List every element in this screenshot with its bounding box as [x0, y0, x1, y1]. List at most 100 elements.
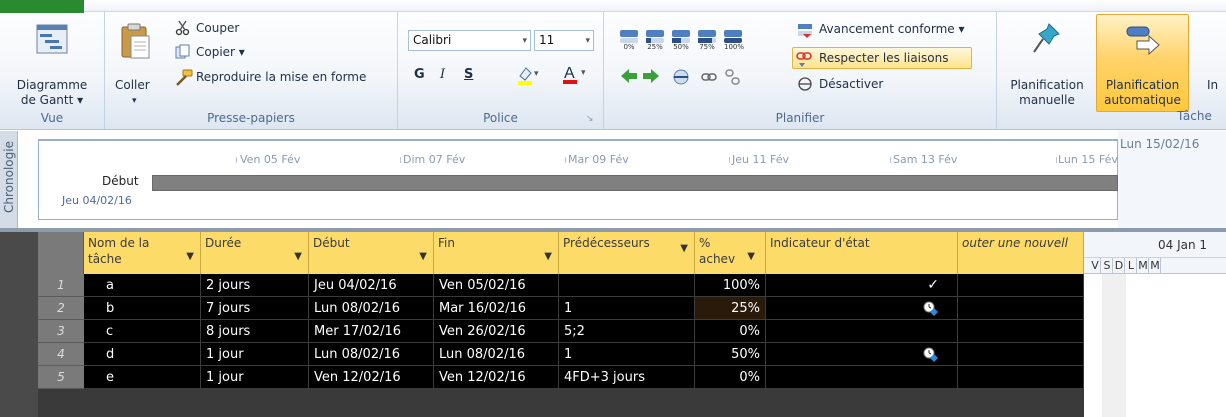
- underline-button[interactable]: S: [464, 67, 473, 82]
- cell-debut[interactable]: Ven 12/02/16: [309, 366, 434, 389]
- column-header-add-new[interactable]: outer une nouvell: [958, 232, 1084, 274]
- cell-indicateur[interactable]: [766, 343, 958, 366]
- deactivate-button[interactable]: Désactiver: [819, 77, 883, 92]
- chevron-down-icon[interactable]: ▼: [544, 249, 552, 265]
- font-size-select[interactable]: 11 ▾: [534, 30, 594, 51]
- cell-add-new[interactable]: [958, 343, 1084, 366]
- column-header-name[interactable]: Nom de la tâche ▼: [84, 232, 201, 274]
- cell-pct[interactable]: 0%: [695, 366, 766, 389]
- column-header-pct[interactable]: % achev ▼: [695, 232, 766, 274]
- paste-icon[interactable]: [119, 22, 151, 60]
- complete-50-icon[interactable]: 50%: [670, 26, 692, 52]
- outdent-indent-icon[interactable]: [618, 66, 662, 86]
- format-painter-button[interactable]: Reproduire la mise en forme: [196, 70, 366, 85]
- cell-add-new[interactable]: [958, 366, 1084, 389]
- column-header-fin[interactable]: Fin ▼: [434, 232, 559, 274]
- cell-pred[interactable]: 1: [559, 297, 695, 320]
- cell-duree[interactable]: 8 jours: [201, 320, 309, 343]
- cell-name[interactable]: d: [84, 343, 201, 366]
- complete-100-icon[interactable]: 100%: [722, 26, 746, 52]
- cell-duree[interactable]: 2 jours: [201, 274, 309, 297]
- inspect-button-partial[interactable]: In: [1207, 78, 1218, 93]
- dialog-launcher-icon[interactable]: ↘: [586, 112, 594, 127]
- copy-icon[interactable]: [175, 44, 191, 60]
- cell-pct[interactable]: 25%: [695, 297, 766, 320]
- cell-indicateur[interactable]: ✓: [766, 274, 958, 297]
- cell-duree[interactable]: 1 jour: [201, 343, 309, 366]
- cell-indicateur[interactable]: [766, 366, 958, 389]
- paste-button-label[interactable]: Coller: [115, 78, 150, 93]
- row-number[interactable]: 1: [38, 274, 84, 297]
- gantt-button-label-1[interactable]: Diagramme: [6, 78, 98, 93]
- column-header-indicateur[interactable]: Indicateur d'état: [766, 232, 958, 274]
- chevron-down-icon[interactable]: ▼: [419, 249, 427, 265]
- cell-duree[interactable]: 7 jours: [201, 297, 309, 320]
- cell-add-new[interactable]: [958, 320, 1084, 343]
- format-painter-icon[interactable]: [173, 69, 193, 87]
- cell-add-new[interactable]: [958, 297, 1084, 320]
- mark-on-track-icon[interactable]: [796, 22, 814, 40]
- manual-schedule-label-2[interactable]: manuelle: [1001, 93, 1093, 108]
- cell-debut[interactable]: Lun 08/02/16: [309, 297, 434, 320]
- gantt-chart-icon[interactable]: [36, 24, 68, 54]
- deactivate-icon[interactable]: [796, 76, 814, 92]
- chevron-down-icon[interactable]: ▼: [294, 249, 302, 265]
- manual-schedule-label-1[interactable]: Planification: [1001, 78, 1093, 93]
- cell-name[interactable]: c: [84, 320, 201, 343]
- italic-button[interactable]: I: [440, 67, 445, 82]
- highlight-color-icon[interactable]: ▾: [516, 64, 542, 86]
- copy-button[interactable]: Copier ▾: [196, 45, 245, 60]
- cell-indicateur[interactable]: [766, 297, 958, 320]
- cell-pct[interactable]: 0%: [695, 320, 766, 343]
- row-number[interactable]: 2: [38, 297, 84, 320]
- cell-fin[interactable]: Ven 26/02/16: [434, 320, 559, 343]
- chevron-down-icon[interactable]: ▼: [747, 249, 755, 265]
- cell-pred[interactable]: 5;2: [559, 320, 695, 343]
- cell-pred[interactable]: 4FD+3 jours: [559, 366, 695, 389]
- cell-fin[interactable]: Ven 12/02/16: [434, 366, 559, 389]
- cell-pred[interactable]: [559, 274, 695, 297]
- row-number[interactable]: 3: [38, 320, 84, 343]
- timeline-bar[interactable]: [152, 175, 1118, 191]
- gantt-button-label-2[interactable]: de Gantt ▾: [6, 93, 98, 108]
- cell-add-new[interactable]: [958, 274, 1084, 297]
- mark-on-track-button[interactable]: Avancement conforme ▾: [819, 22, 965, 37]
- scissors-icon[interactable]: [175, 20, 191, 36]
- cell-name[interactable]: e: [84, 366, 201, 389]
- pushpin-icon[interactable]: [1031, 22, 1061, 56]
- split-task-icon[interactable]: [670, 66, 692, 88]
- cell-fin[interactable]: Ven 05/02/16: [434, 274, 559, 297]
- cell-debut[interactable]: Jeu 04/02/16: [309, 274, 434, 297]
- cell-debut[interactable]: Mer 17/02/16: [309, 320, 434, 343]
- cell-name[interactable]: b: [84, 297, 201, 320]
- cell-debut[interactable]: Lun 08/02/16: [309, 343, 434, 366]
- cut-button[interactable]: Couper: [196, 21, 239, 36]
- select-all-corner[interactable]: [38, 232, 84, 274]
- cell-pct[interactable]: 100%: [695, 274, 766, 297]
- font-color-icon[interactable]: A ▾: [562, 62, 592, 86]
- bold-button[interactable]: G: [414, 67, 425, 82]
- chevron-down-icon[interactable]: ▼: [186, 249, 194, 265]
- row-number[interactable]: 4: [38, 343, 84, 366]
- paste-dropdown-arrow[interactable]: ▾: [132, 94, 137, 109]
- auto-schedule-button[interactable]: Planification automatique: [1096, 14, 1189, 112]
- complete-75-icon[interactable]: 75%: [696, 26, 718, 52]
- complete-0-icon[interactable]: 0%: [618, 26, 640, 52]
- chevron-down-icon[interactable]: ▼: [680, 241, 688, 257]
- cell-name[interactable]: a: [84, 274, 201, 297]
- font-family-select[interactable]: Calibri ▾: [408, 30, 531, 51]
- timeline-vertical-tab[interactable]: Chronologie: [0, 131, 18, 228]
- respect-links-button[interactable]: Respecter les liaisons: [792, 47, 972, 69]
- column-header-predecesseurs[interactable]: Prédécesseurs ▼: [559, 232, 695, 274]
- cell-pct[interactable]: 50%: [695, 343, 766, 366]
- cell-fin[interactable]: Mar 16/02/16: [434, 297, 559, 320]
- column-header-duree[interactable]: Durée ▼: [201, 232, 309, 274]
- column-header-debut[interactable]: Début ▼: [309, 232, 434, 274]
- link-unlink-icon[interactable]: [700, 66, 744, 88]
- cell-fin[interactable]: Lun 08/02/16: [434, 343, 559, 366]
- gantt-chart[interactable]: 04 Jan 1 V S D L M M: [1084, 232, 1226, 417]
- complete-25-icon[interactable]: 25%: [644, 26, 666, 52]
- row-number[interactable]: 5: [38, 366, 84, 389]
- cell-indicateur[interactable]: [766, 320, 958, 343]
- cell-duree[interactable]: 1 jour: [201, 366, 309, 389]
